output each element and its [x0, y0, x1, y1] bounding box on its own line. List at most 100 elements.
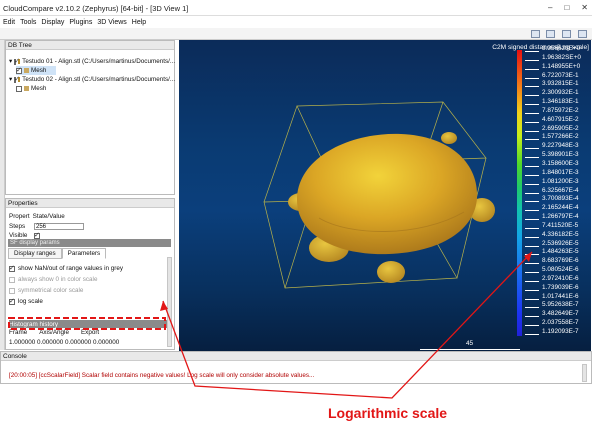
legend-label: 1.017441E-6: [542, 292, 579, 300]
legend-tick: [525, 245, 539, 247]
legend-tick: [525, 77, 539, 79]
tab-parameters[interactable]: Parameters: [61, 248, 107, 259]
tree-checkbox[interactable]: [14, 57, 20, 65]
symmetrical-label: symmetrical color scale: [18, 287, 84, 294]
legend-label: 1.266797E-4: [542, 213, 579, 221]
legend-label: 2.536926E-5: [542, 239, 579, 247]
sf-display-params-bar: SF display params: [8, 239, 171, 247]
sf-tabs: Display ranges Parameters: [8, 248, 107, 259]
properties-scrollbar[interactable]: [167, 257, 172, 347]
steps-row: Steps 256: [9, 223, 84, 230]
zoom-icon[interactable]: [546, 30, 555, 38]
legend-label: 1.192093E-7: [542, 328, 579, 335]
show-nan-checkbox[interactable]: [9, 264, 15, 272]
log-scale-checkbox[interactable]: [9, 297, 15, 305]
legend-tick: [525, 148, 539, 150]
legend-tick: [525, 289, 539, 291]
menu-3d-views[interactable]: 3D Views: [97, 19, 126, 26]
legend-tick: [525, 227, 539, 229]
log-scale-row[interactable]: log scale: [9, 297, 43, 305]
legend-label: 6.325667E-4: [542, 186, 579, 194]
console-scrollbar[interactable]: [582, 364, 587, 382]
legend-label: 8.683769E-6: [542, 257, 579, 265]
column-axis-angle: Axis/Angle: [39, 329, 69, 336]
properties-panel: Properties Propert State/Value Steps 256…: [5, 198, 175, 350]
mesh-icon: [24, 86, 29, 91]
properties-header: Properties: [6, 199, 174, 208]
legend-label: 1.96382SE+0: [542, 53, 581, 61]
layout-icon[interactable]: [578, 30, 587, 38]
legend-tick: [525, 59, 539, 61]
legend-label: 3.932815E-1: [542, 80, 579, 88]
menu-help[interactable]: Help: [132, 19, 146, 26]
legend-tick: [525, 139, 539, 141]
steps-field[interactable]: 256: [34, 223, 84, 230]
legend-tick: [525, 210, 539, 212]
legend-label: 1.081200E-3: [542, 177, 579, 185]
legend-tick: [525, 112, 539, 114]
tab-display-ranges[interactable]: Display ranges: [8, 248, 62, 259]
legend-tick: [525, 236, 539, 238]
legend-label: 1.739039E-6: [542, 283, 579, 291]
legend-tick: [525, 298, 539, 300]
tree-item-testudo-01[interactable]: ▾ Testudo 01 - Align.stl (C:/Users/marti…: [9, 57, 175, 66]
menu-plugins[interactable]: Plugins: [69, 19, 92, 26]
tree-checkbox[interactable]: [16, 66, 22, 74]
legend-tick: [525, 86, 539, 88]
transform-headers: Frame Axis/Angle Export: [9, 329, 99, 336]
tree-item-label: Testudo 02 - Align.stl (C:/Users/martinu…: [22, 76, 176, 83]
always-show-zero-row[interactable]: always show 0 in color scale: [9, 276, 97, 283]
legend-label: 3.482649E-7: [542, 310, 579, 318]
menu-display[interactable]: Display: [41, 19, 64, 26]
window-title: CloudCompare v2.10.2 (Zephyrus) [64-bit]…: [3, 4, 189, 13]
legend-label: 1.484263E-5: [542, 248, 579, 256]
minimize-icon[interactable]: –: [548, 3, 552, 12]
menu-bar: Edit Tools Display Plugins 3D Views Help: [0, 16, 592, 28]
legend-label: 2.037558E-7: [542, 319, 579, 327]
legend-label: 6.722073E-1: [542, 71, 579, 79]
tree-item-mesh-02[interactable]: Mesh: [16, 84, 56, 93]
legend-tick: [525, 104, 539, 106]
legend-tick: [525, 307, 539, 309]
settings-icon[interactable]: [562, 30, 571, 38]
legend-label: 3.356623E+0: [542, 45, 581, 52]
steps-label: Steps: [9, 223, 26, 230]
console-message: [20:00:05] [ccScalarField] Scalar field …: [9, 372, 315, 379]
legend-label: 2.695905E-2: [542, 124, 579, 132]
symmetrical-row[interactable]: symmetrical color scale: [9, 287, 83, 294]
column-export[interactable]: Export: [81, 329, 99, 336]
expand-arrow-icon[interactable]: ▾: [9, 76, 12, 83]
legend-tick: [525, 254, 539, 256]
view-icon[interactable]: [531, 30, 540, 38]
expand-arrow-icon[interactable]: ▾: [9, 58, 12, 65]
tree-item-testudo-02[interactable]: ▾ Testudo 02 - Align.stl (C:/Users/marti…: [9, 75, 175, 84]
db-tree-panel: DB Tree ▾ Testudo 01 - Align.stl (C:/Use…: [5, 40, 175, 195]
legend-tick: [525, 130, 539, 132]
histogram-history-bar: Histogram history: [9, 320, 169, 328]
show-nan-row[interactable]: show NaN/out of range values in grey: [9, 264, 123, 272]
close-icon[interactable]: ✕: [581, 3, 588, 12]
tree-item-mesh-01[interactable]: Mesh: [16, 66, 56, 75]
legend-tick: [525, 325, 539, 327]
symmetrical-checkbox[interactable]: [9, 287, 15, 294]
legend-tick: [525, 272, 539, 274]
legend-tick: [525, 280, 539, 282]
legend-label: 3.700893E-4: [542, 195, 579, 203]
tree-checkbox[interactable]: [16, 85, 22, 92]
legend-tick: [525, 51, 539, 52]
console-header: Console: [1, 352, 591, 361]
menu-tools[interactable]: Tools: [20, 19, 36, 26]
legend-tick: [525, 157, 539, 159]
legend-label: 5.080524E-6: [542, 266, 579, 274]
menu-edit[interactable]: Edit: [3, 19, 15, 26]
histogram-label: Histogram history: [9, 320, 58, 328]
turtle-tail: [441, 132, 457, 144]
legend-tick: [525, 68, 539, 70]
legend-tick: [525, 183, 539, 185]
always-show-zero-checkbox[interactable]: [9, 276, 15, 283]
tree-checkbox[interactable]: [14, 75, 20, 83]
visible-checkbox[interactable]: [34, 231, 40, 239]
legend-label: 9.227948E-3: [542, 142, 579, 150]
legend-label: 1.346183E-1: [542, 98, 579, 106]
maximize-icon[interactable]: □: [564, 3, 569, 12]
